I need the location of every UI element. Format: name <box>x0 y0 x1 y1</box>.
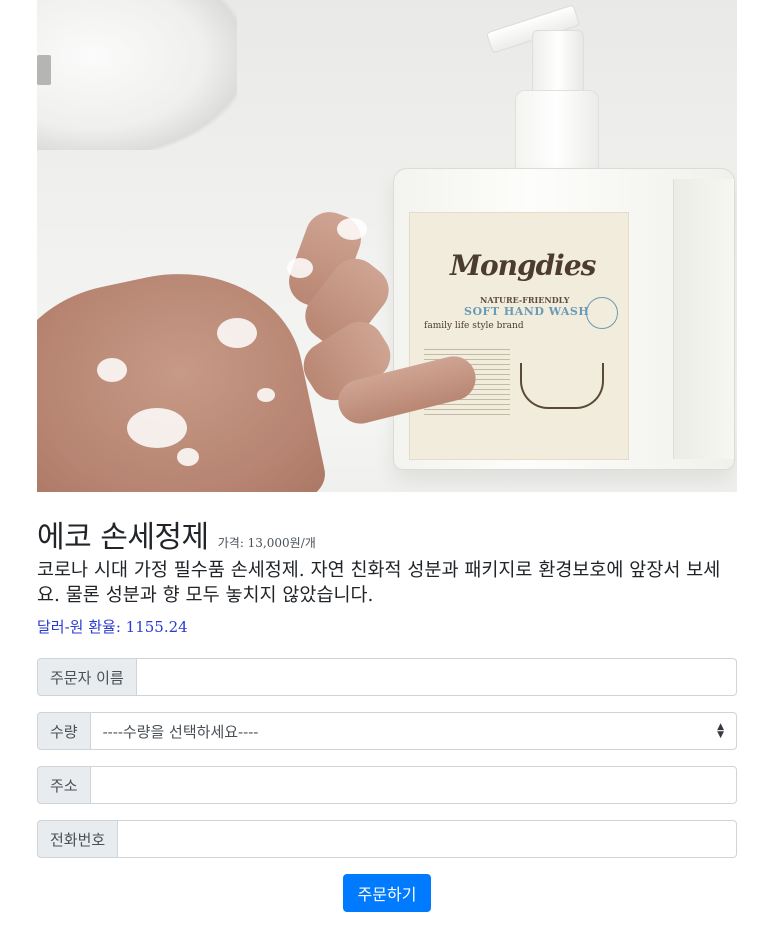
address-input-group: 주소 <box>37 766 737 804</box>
label-badge-icon <box>586 297 618 329</box>
product-image: Mongdies NATURE-FRIENDLY SOFT HAND WASH … <box>37 0 737 492</box>
quantity-select[interactable]: ----수량을 선택하세요---- ▲ ▼ <box>90 712 737 750</box>
foam-bubble <box>337 218 367 240</box>
foam-bubble <box>257 388 275 402</box>
quantity-selected-value: ----수량을 선택하세요---- <box>102 722 259 741</box>
quantity-label: 수량 <box>37 712 91 750</box>
towel-decoration <box>37 0 237 150</box>
phone-label: 전화번호 <box>37 820 119 858</box>
product-description: 코로나 시대 가정 필수품 손세정제. 자연 친화적 성분과 패키지로 환경보호… <box>37 560 721 606</box>
bottle-side <box>673 179 734 459</box>
address-label: 주소 <box>37 766 91 804</box>
foam-bubble <box>287 258 313 278</box>
product-price: 가격: 13,000원/개 <box>217 536 316 550</box>
pump-head <box>532 30 584 96</box>
order-button[interactable]: 주문하기 <box>343 874 431 912</box>
phone-input[interactable] <box>118 820 737 858</box>
phone-input-group: 전화번호 <box>37 820 737 858</box>
product-title: 에코 손세정제 <box>37 520 209 555</box>
address-input[interactable] <box>90 766 737 804</box>
foam-bubble <box>127 408 187 448</box>
foam-bubble <box>217 318 257 348</box>
select-caret-icon: ▲ ▼ <box>717 722 724 740</box>
name-input[interactable] <box>136 658 737 696</box>
foam-bubble <box>97 358 127 382</box>
product-page: Mongdies NATURE-FRIENDLY SOFT HAND WASH … <box>37 0 737 912</box>
towel-tag <box>37 55 51 85</box>
foam-bubble <box>177 448 199 466</box>
product-header: 에코 손세정제 가격: 13,000원/개 <box>37 512 316 556</box>
name-input-group: 주문자 이름 <box>37 658 737 696</box>
bathtub-illustration-icon <box>520 363 604 409</box>
exchange-rate: 달러-원 환율: 1155.24 <box>37 618 188 636</box>
quantity-input-group: 수량 ----수량을 선택하세요---- ▲ ▼ <box>37 712 737 750</box>
soapy-hand <box>37 205 497 492</box>
name-label: 주문자 이름 <box>37 658 137 696</box>
